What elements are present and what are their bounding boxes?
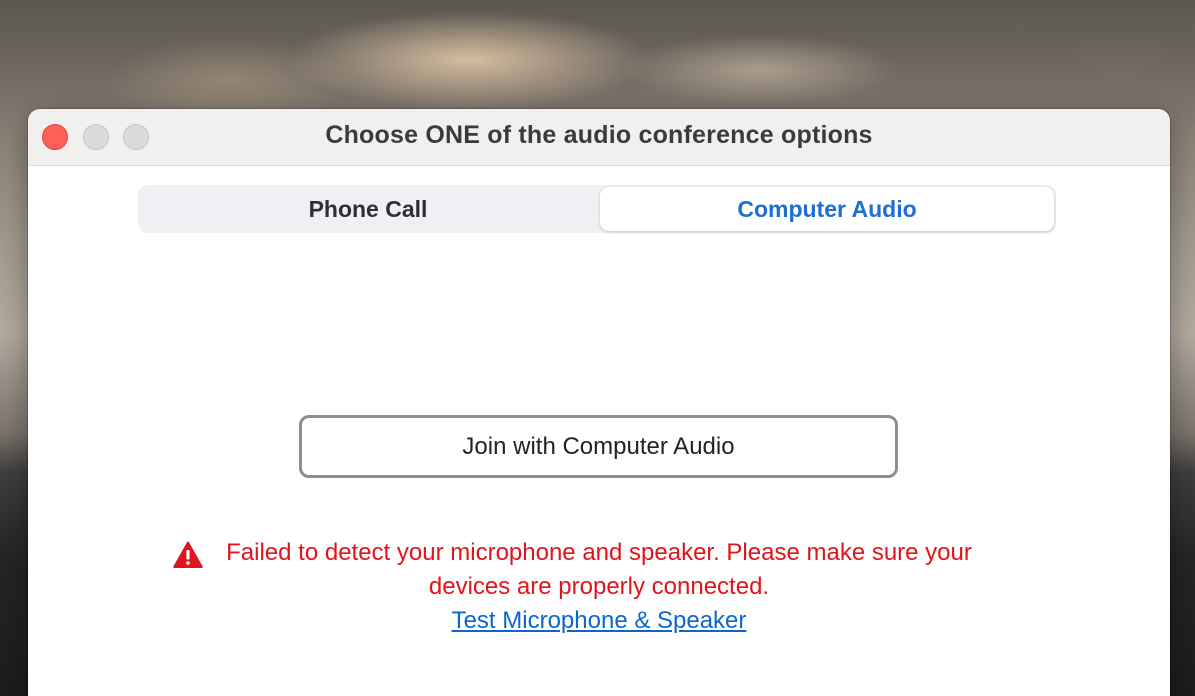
window-title: Choose ONE of the audio conference optio… — [325, 121, 873, 149]
join-computer-audio-button[interactable]: Join with Computer Audio — [299, 415, 898, 478]
desktop-background: Choose ONE of the audio conference optio… — [0, 0, 1195, 696]
title-bar: Choose ONE of the audio conference optio… — [28, 109, 1170, 166]
test-link-row: Test Microphone & Speaker — [224, 604, 974, 638]
audio-options-window: Choose ONE of the audio conference optio… — [28, 109, 1170, 696]
audio-option-tabs: Phone Call Computer Audio — [138, 185, 1056, 233]
warning-icon — [173, 541, 203, 568]
tab-phone-call[interactable]: Phone Call — [140, 187, 596, 231]
device-error-message: Failed to detect your microphone and spe… — [226, 539, 972, 600]
test-microphone-speaker-link[interactable]: Test Microphone & Speaker — [452, 607, 747, 634]
tab-computer-audio[interactable]: Computer Audio — [600, 187, 1054, 231]
